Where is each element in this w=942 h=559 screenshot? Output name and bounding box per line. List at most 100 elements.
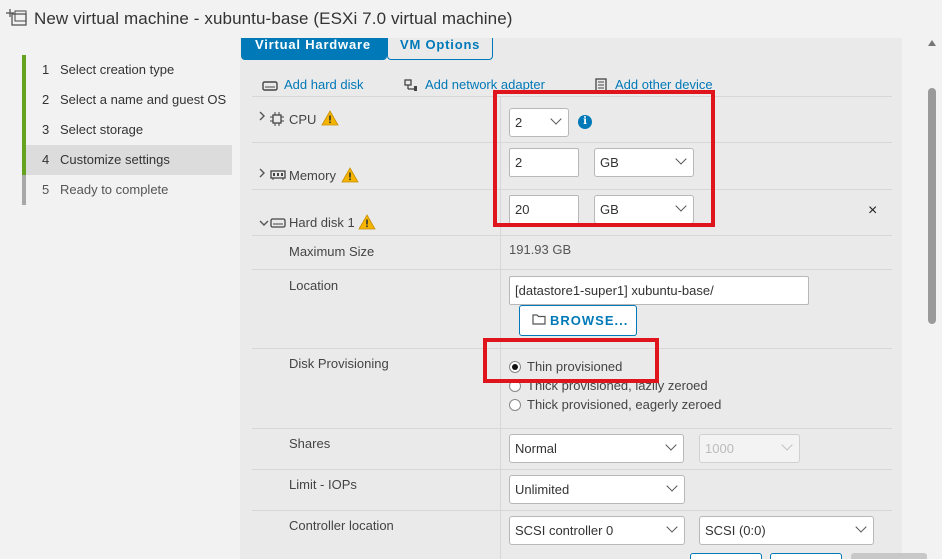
warning-triangle-icon bbox=[321, 110, 339, 126]
controller-slot-select[interactable]: SCSI (0:0) bbox=[699, 516, 874, 545]
next-button[interactable] bbox=[770, 553, 842, 559]
shares-select[interactable]: Normal bbox=[509, 434, 684, 463]
chevron-down-icon bbox=[855, 521, 867, 533]
warning-triangle-icon bbox=[341, 167, 359, 183]
memory-label: Memory bbox=[289, 168, 336, 183]
hard-disk-value-cell bbox=[500, 190, 501, 235]
controller-location-cell bbox=[500, 511, 501, 559]
shares-cell bbox=[500, 429, 501, 469]
vm-add-icon bbox=[6, 8, 28, 28]
add-other-device-button[interactable]: Add other device bbox=[593, 77, 713, 92]
memory-size-input[interactable]: 2 bbox=[509, 148, 579, 177]
limit-iops-select[interactable]: Unlimited bbox=[509, 475, 685, 504]
add-hard-disk-button[interactable]: Add hard disk bbox=[262, 77, 364, 92]
radio-thick-eager[interactable]: Thick provisioned, eagerly zeroed bbox=[509, 397, 721, 412]
scroll-up-arrow-icon[interactable] bbox=[928, 40, 936, 46]
step-label: Select storage bbox=[60, 122, 144, 137]
memory-unit-value: GB bbox=[600, 155, 619, 170]
window-title: New virtual machine - xubuntu-base (ESXi… bbox=[34, 9, 513, 28]
collapse-chevron-icon[interactable] bbox=[258, 216, 270, 230]
step-label: Customize settings bbox=[60, 152, 170, 167]
step-number: 3 bbox=[42, 122, 50, 137]
shares-number-value: 1000 bbox=[705, 441, 734, 456]
remove-disk-close-icon[interactable]: × bbox=[868, 202, 877, 220]
radio-label: Thick provisioned, eagerly zeroed bbox=[527, 397, 722, 412]
expand-chevron-icon[interactable] bbox=[258, 110, 266, 125]
chevron-down-icon bbox=[675, 153, 687, 165]
location-label: Location bbox=[289, 278, 339, 293]
title-bar: New virtual machine - xubuntu-base (ESXi… bbox=[0, 0, 942, 38]
radio-label: Thick provisioned, lazily zeroed bbox=[527, 378, 708, 393]
tab-vm-options[interactable]: VM Options bbox=[387, 38, 493, 60]
scroll-thumb[interactable] bbox=[928, 88, 936, 324]
disk-provisioning-label: Disk Provisioning bbox=[289, 356, 389, 371]
max-size-label: Maximum Size bbox=[289, 244, 375, 259]
back-button[interactable] bbox=[690, 553, 762, 559]
radio-button[interactable] bbox=[509, 360, 521, 373]
max-size-value: 191.93 GB bbox=[509, 242, 572, 257]
memory-icon bbox=[270, 169, 286, 184]
limit-iops-label: Limit - IOPs bbox=[289, 477, 357, 492]
folder-icon bbox=[532, 313, 546, 328]
location-value: [datastore1-super1] xubuntu-base/ bbox=[515, 283, 714, 298]
browse-label: BROWSE... bbox=[550, 313, 629, 328]
location-input[interactable]: [datastore1-super1] xubuntu-base/ bbox=[509, 276, 809, 305]
step-number: 5 bbox=[42, 182, 50, 197]
radio-button[interactable] bbox=[509, 398, 521, 411]
disk-unit-select[interactable]: GB bbox=[594, 195, 694, 224]
step-number: 1 bbox=[42, 62, 50, 77]
radio-thin-provisioned[interactable]: Thin provisioned bbox=[509, 359, 622, 374]
chevron-down-icon bbox=[666, 480, 678, 492]
limit-iops-cell bbox=[500, 470, 501, 510]
wizard-step-customize-settings[interactable]: 4 Customize settings bbox=[22, 145, 232, 175]
cpu-count-value: 2 bbox=[515, 115, 523, 130]
wizard-step-select-storage[interactable]: 3 Select storage bbox=[22, 115, 232, 145]
shares-label: Shares bbox=[289, 436, 331, 451]
tab-label: Virtual Hardware bbox=[255, 38, 371, 52]
memory-unit-select[interactable]: GB bbox=[594, 148, 694, 177]
wizard-step-select-creation-type[interactable]: 1 Select creation type bbox=[22, 55, 232, 85]
step-label: Ready to complete bbox=[60, 182, 169, 197]
step-number: 2 bbox=[42, 92, 50, 107]
cpu-row: CPU bbox=[252, 96, 892, 142]
wizard-step-select-name[interactable]: 2 Select a name and guest OS bbox=[22, 85, 232, 115]
step-label: Select a name and guest OS bbox=[60, 92, 227, 107]
add-network-adapter-button[interactable]: Add network adapter bbox=[403, 77, 545, 92]
warning-triangle-icon bbox=[358, 214, 376, 230]
controller-value: SCSI controller 0 bbox=[515, 523, 614, 538]
hard-disk-icon bbox=[270, 216, 286, 231]
wizard-steps: 1 Select creation type 2 Select a name and… bbox=[22, 55, 232, 205]
chevron-down-icon bbox=[550, 113, 562, 125]
cpu-value-cell bbox=[500, 97, 501, 142]
chevron-down-icon bbox=[781, 439, 793, 451]
shares-number-select: 1000 bbox=[699, 434, 800, 463]
wizard-step-ready-to-complete[interactable]: 5 Ready to complete bbox=[22, 175, 232, 205]
hard-disk-icon bbox=[262, 78, 278, 92]
tab-label: VM Options bbox=[400, 38, 481, 52]
chevron-down-icon bbox=[675, 200, 687, 212]
disk-size-input[interactable]: 20 bbox=[509, 195, 579, 224]
tab-virtual-hardware[interactable]: Virtual Hardware bbox=[241, 38, 387, 60]
disk-size-value: 20 bbox=[515, 202, 530, 217]
cpu-label: CPU bbox=[289, 112, 317, 127]
max-size-cell bbox=[500, 236, 501, 269]
finish-button[interactable] bbox=[851, 553, 927, 559]
controller-slot-value: SCSI (0:0) bbox=[705, 523, 766, 538]
info-circle-icon[interactable]: i bbox=[578, 115, 592, 129]
disk-unit-value: GB bbox=[600, 202, 619, 217]
network-adapter-icon bbox=[403, 78, 419, 92]
browse-button[interactable]: BROWSE... bbox=[519, 305, 637, 336]
scrollbar[interactable] bbox=[925, 40, 939, 559]
cpu-count-select[interactable]: 2 bbox=[509, 108, 569, 137]
radio-button[interactable] bbox=[509, 379, 521, 392]
expand-chevron-icon[interactable] bbox=[258, 167, 266, 182]
add-other-device-label: Add other device bbox=[615, 77, 713, 92]
radio-thick-lazy[interactable]: Thick provisioned, lazily zeroed bbox=[509, 378, 708, 393]
chevron-down-icon bbox=[666, 521, 678, 533]
location-cell bbox=[500, 270, 501, 348]
controller-select[interactable]: SCSI controller 0 bbox=[509, 516, 685, 545]
add-hard-disk-label: Add hard disk bbox=[284, 77, 364, 92]
cpu-chip-icon bbox=[270, 112, 284, 129]
disk-provisioning-cell bbox=[500, 349, 501, 428]
step-number: 4 bbox=[42, 152, 50, 167]
